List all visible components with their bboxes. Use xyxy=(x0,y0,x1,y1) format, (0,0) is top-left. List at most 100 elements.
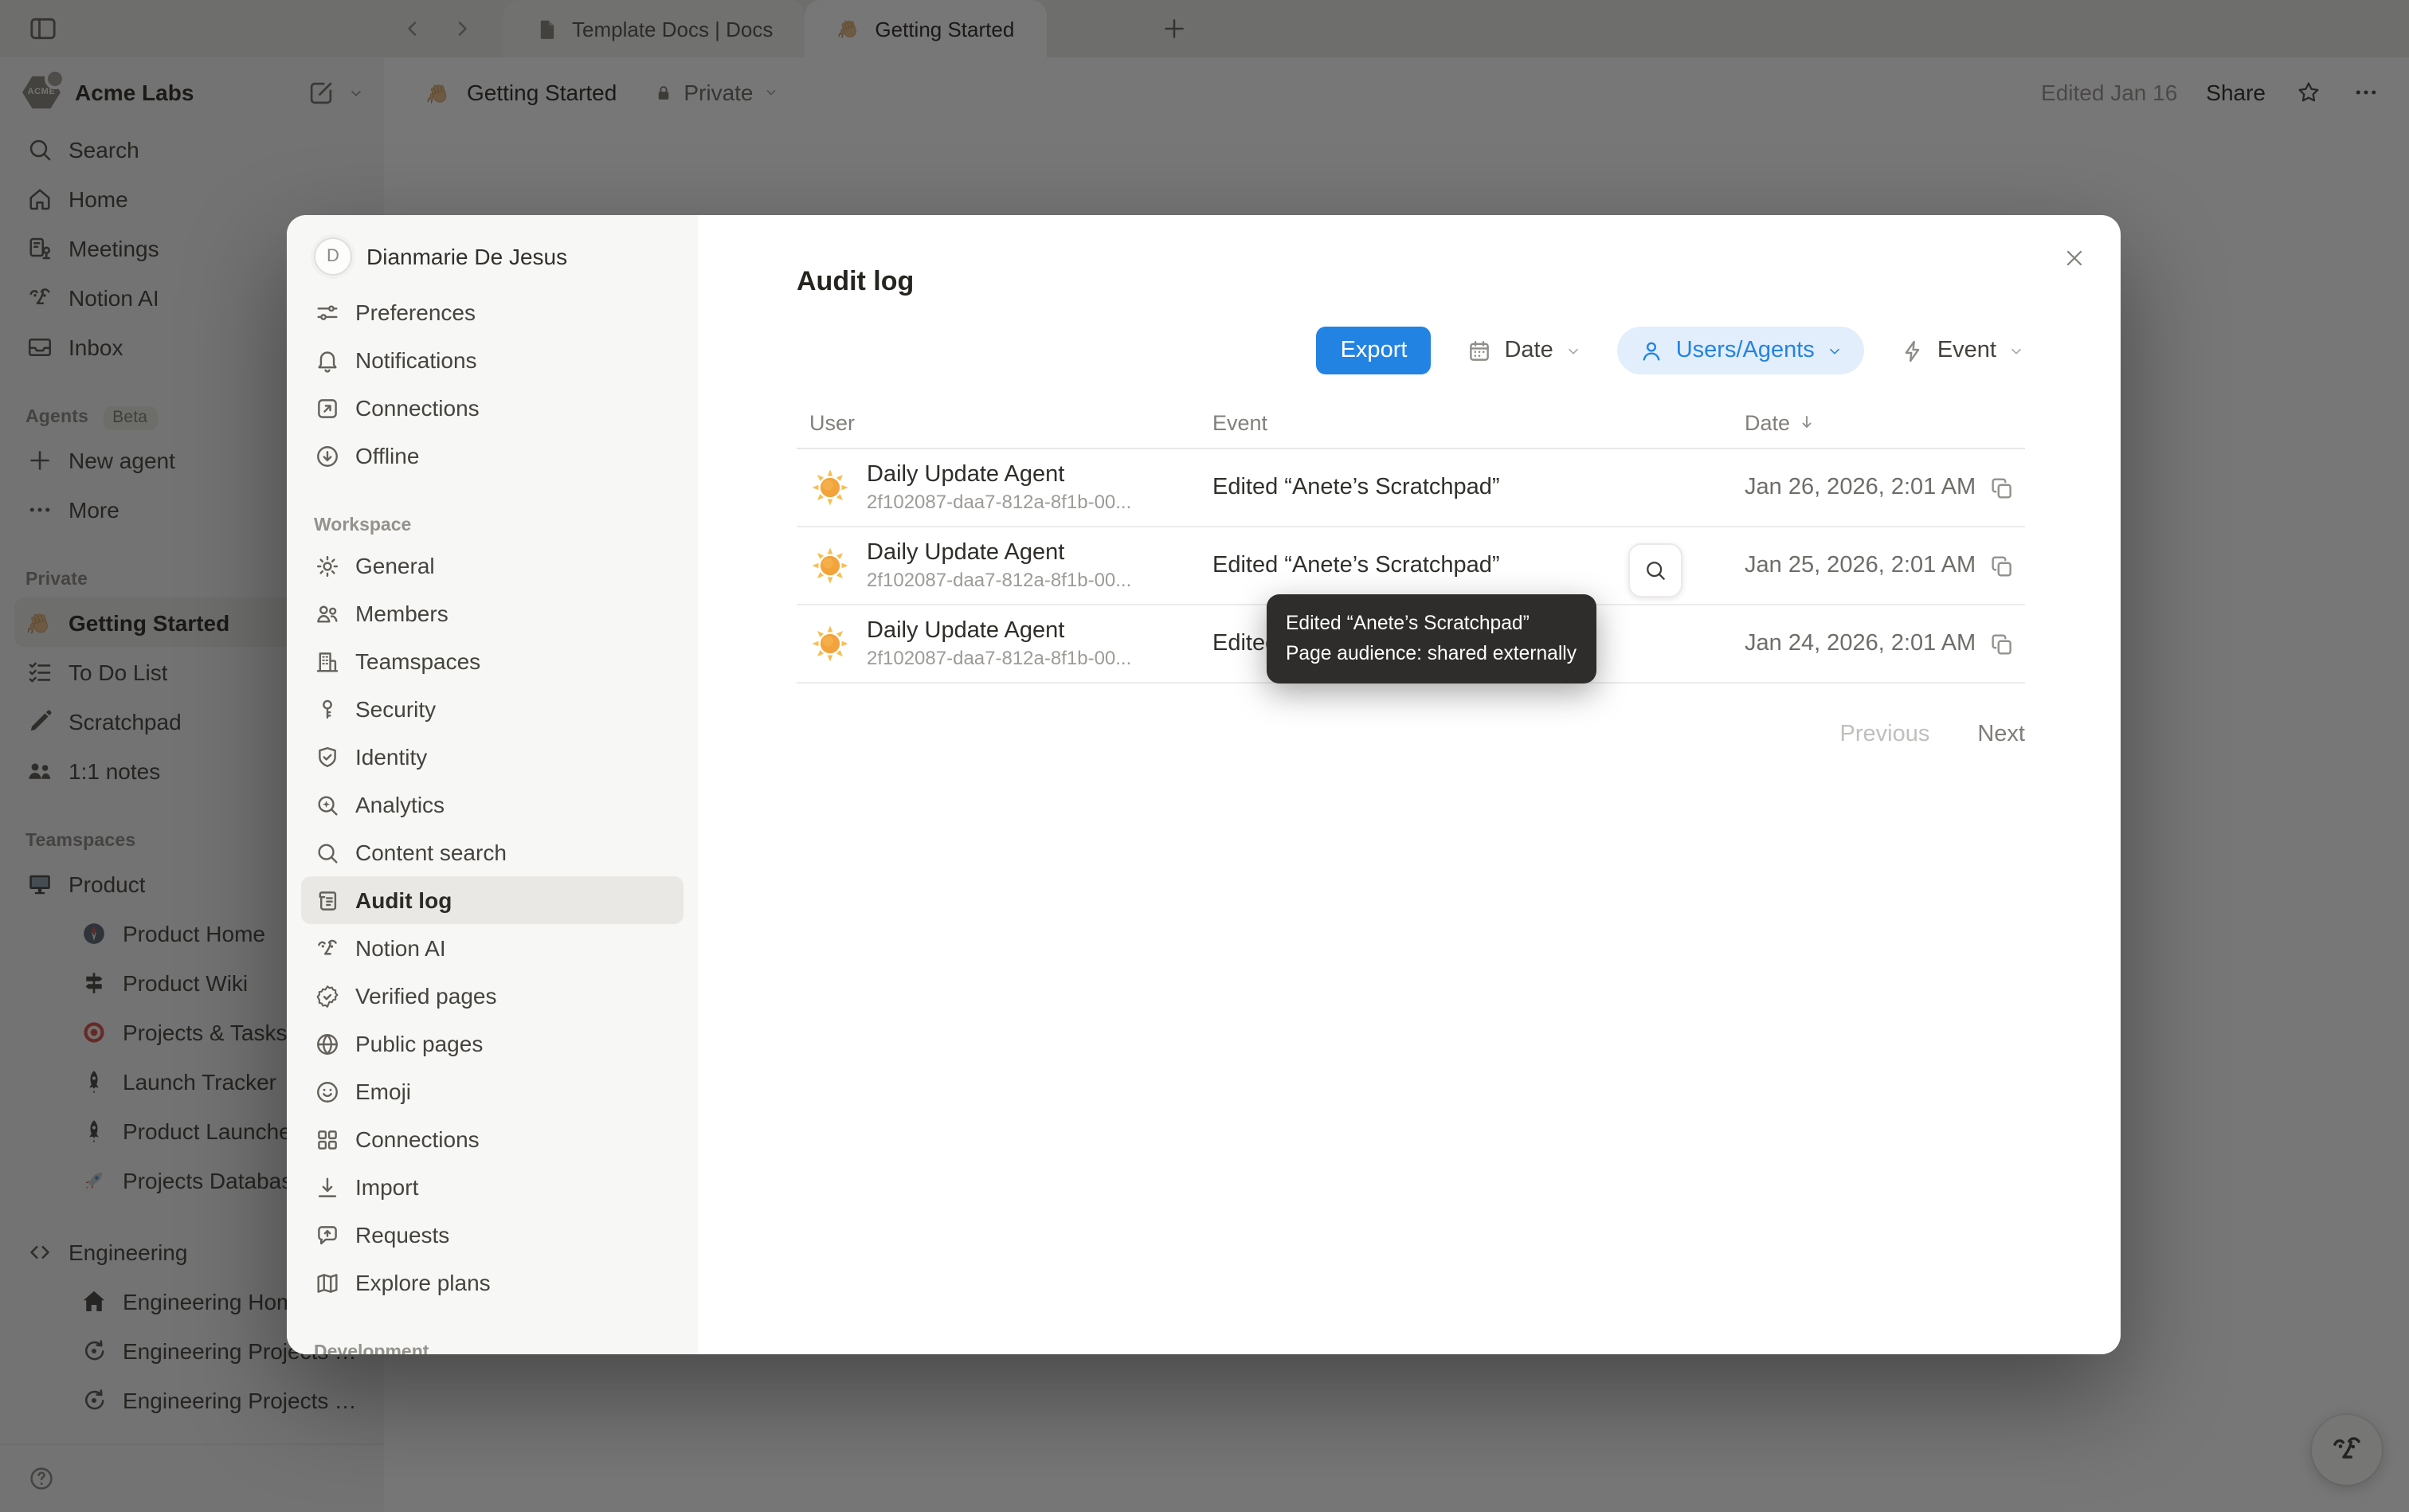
filter-label: Event xyxy=(1937,338,1996,363)
date-cell: Jan 24, 2026, 2:01 AM xyxy=(1745,630,2025,657)
settings-nav-icon xyxy=(314,299,341,326)
settings-nav-item[interactable]: Workspace xyxy=(301,510,684,542)
chevron-down-icon xyxy=(1826,342,1843,359)
column-header-user: User xyxy=(809,410,1212,434)
filter-chip[interactable]: Date xyxy=(1466,327,1581,374)
settings-nav-item[interactable]: Notion AI xyxy=(301,924,684,972)
filter-chip[interactable]: Users/Agents xyxy=(1617,327,1864,374)
filter-chip[interactable]: Event xyxy=(1899,327,2025,374)
filter-icon xyxy=(1466,337,1493,364)
user-cell: Daily Update Agent 2f102087-daa7-812a-8f… xyxy=(809,460,1212,515)
settings-nav-icon xyxy=(314,791,341,818)
settings-nav-item[interactable]: Verified pages xyxy=(301,972,684,1020)
agent-sun-icon xyxy=(809,623,851,664)
agent-id: 2f102087-daa7-812a-8f1b-00... xyxy=(867,569,1131,593)
settings-nav-label: Explore plans xyxy=(355,1270,491,1295)
export-button[interactable]: Export xyxy=(1317,327,1432,374)
account-row[interactable]: D Dianmarie De Jesus xyxy=(301,231,684,288)
settings-nav-label: General xyxy=(355,553,435,578)
column-header-date[interactable]: Date xyxy=(1745,410,2025,434)
settings-nav-icon xyxy=(314,1221,341,1248)
tooltip-line-2: Page audience: shared externally xyxy=(1286,639,1577,669)
close-button[interactable] xyxy=(2054,237,2095,279)
settings-nav-item[interactable]: General xyxy=(301,542,684,590)
date-value: Jan 26, 2026, 2:01 AM xyxy=(1745,475,1976,500)
settings-nav-label: Identity xyxy=(355,744,427,770)
settings-nav-icon xyxy=(314,1126,341,1153)
settings-nav-label: Offline xyxy=(355,443,419,468)
settings-nav-icon xyxy=(314,934,341,962)
settings-nav-item[interactable]: Emoji xyxy=(301,1067,684,1115)
settings-nav-label: Import xyxy=(355,1174,418,1200)
app-window: Template Docs | Docs Getting Started ACM… xyxy=(0,0,2409,1512)
settings-nav-icon xyxy=(314,648,341,675)
settings-nav-item[interactable]: Analytics xyxy=(301,781,684,828)
user-info: Daily Update Agent 2f102087-daa7-812a-8f… xyxy=(867,617,1131,671)
settings-nav-icon xyxy=(314,600,341,627)
previous-button[interactable]: Previous xyxy=(1840,722,1930,747)
settings-nav-item[interactable]: Audit log xyxy=(301,876,684,924)
settings-nav-label: Requests xyxy=(355,1222,449,1248)
settings-nav-label: Connections xyxy=(355,395,480,421)
settings-nav-item[interactable]: Requests xyxy=(301,1211,684,1259)
settings-nav-label: Connections xyxy=(355,1126,480,1152)
settings-nav-item[interactable]: Import xyxy=(301,1163,684,1211)
settings-nav-icon xyxy=(314,1269,341,1296)
settings-nav-label: Content search xyxy=(355,840,507,865)
settings-nav-icon xyxy=(314,839,341,866)
settings-nav-item[interactable]: Identity xyxy=(301,733,684,781)
filter-label: Date xyxy=(1504,338,1553,363)
settings-nav-label: Emoji xyxy=(355,1079,411,1104)
event-cell: Edited “Anete’s Scratchpad” xyxy=(1212,475,1745,500)
copy-icon[interactable] xyxy=(1988,630,2015,657)
settings-nav-item[interactable]: Connections xyxy=(301,384,684,432)
settings-nav-item[interactable]: Public pages xyxy=(301,1020,684,1067)
settings-nav-icon xyxy=(314,442,341,469)
next-button[interactable]: Next xyxy=(1977,722,2025,747)
filter-icon xyxy=(1899,337,1926,364)
settings-nav-label: Audit log xyxy=(355,887,452,913)
agent-sun-icon xyxy=(809,545,851,586)
sort-descending-icon xyxy=(1796,413,1816,432)
settings-nav-item[interactable]: Development xyxy=(301,1337,684,1354)
settings-nav-icon xyxy=(314,695,341,723)
settings-nav-icon xyxy=(314,394,341,421)
account-name: Dianmarie De Jesus xyxy=(366,244,567,269)
user-info: Daily Update Agent 2f102087-daa7-812a-8f… xyxy=(867,460,1131,515)
settings-nav-item[interactable]: Teamspaces xyxy=(301,637,684,685)
settings-nav-item[interactable]: Offline xyxy=(301,432,684,480)
settings-nav-item[interactable]: Notifications xyxy=(301,336,684,384)
date-value: Jan 24, 2026, 2:01 AM xyxy=(1745,631,1976,656)
copy-icon[interactable] xyxy=(1988,552,2015,579)
user-cell: Daily Update Agent 2f102087-daa7-812a-8f… xyxy=(809,539,1212,593)
settings-modal: D Dianmarie De Jesus Preferences Notific… xyxy=(287,215,2121,1354)
filter-bar: Export Date Users/Agents xyxy=(797,327,2025,374)
settings-nav-item[interactable]: Preferences xyxy=(301,288,684,336)
copy-icon[interactable] xyxy=(1988,474,2015,501)
settings-nav-item[interactable]: Members xyxy=(301,590,684,637)
chevron-down-icon xyxy=(2007,342,2025,359)
agent-id: 2f102087-daa7-812a-8f1b-00... xyxy=(867,647,1131,671)
settings-nav-item[interactable]: Connections xyxy=(301,1115,684,1163)
close-icon xyxy=(2062,245,2087,271)
agent-name: Daily Update Agent xyxy=(867,460,1131,489)
settings-nav-label: Verified pages xyxy=(355,983,496,1009)
settings-nav-icon xyxy=(314,1078,341,1105)
user-cell: Daily Update Agent 2f102087-daa7-812a-8f… xyxy=(809,617,1212,671)
date-cell: Jan 26, 2026, 2:01 AM xyxy=(1745,474,2025,501)
table-row[interactable]: Daily Update Agent 2f102087-daa7-812a-8f… xyxy=(797,449,2025,527)
settings-nav-item[interactable]: Explore plans xyxy=(301,1259,684,1306)
row-search-button[interactable] xyxy=(1628,543,1682,597)
column-header-event: Event xyxy=(1212,410,1745,434)
settings-nav-icon xyxy=(314,1173,341,1201)
tooltip-line-1: Edited “Anete’s Scratchpad” xyxy=(1286,609,1577,639)
settings-nav-label: Development xyxy=(314,1343,429,1354)
chevron-down-icon xyxy=(1565,342,1582,359)
event-tooltip: Edited “Anete’s Scratchpad” Page audienc… xyxy=(1267,594,1596,684)
settings-nav-label: Members xyxy=(355,601,449,626)
settings-nav-item[interactable]: Security xyxy=(301,685,684,733)
table-header: User Event Date xyxy=(797,397,2025,449)
settings-nav-label: Teamspaces xyxy=(355,648,480,674)
settings-nav-item[interactable]: Content search xyxy=(301,828,684,876)
settings-nav-label: Analytics xyxy=(355,792,445,817)
